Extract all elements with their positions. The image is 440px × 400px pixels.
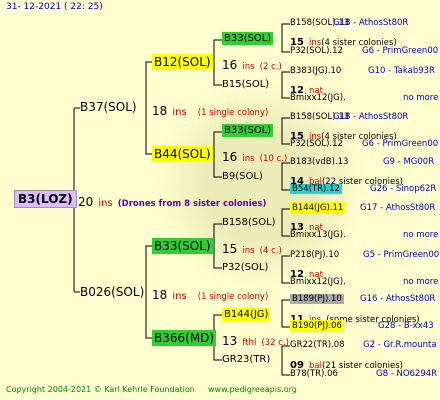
pedigree-canvas: 31- 12-2021 ( 22: 25) B3(LOZ) 20 ins (Dr…	[0, 0, 440, 400]
gen4-dam-grp-1: G10 - Takab93R	[368, 66, 435, 76]
gen3-label-2: B33(SOL)	[222, 124, 274, 137]
gen2-num-0: 16	[222, 58, 238, 72]
gen4-dam-grp-6: G16 - AthosSt80R	[360, 294, 436, 304]
gen3-node-1[interactable]: B15(SOL)	[222, 80, 269, 90]
gen2-label-3: B366(MD)	[152, 330, 217, 346]
gen2-note-3: (32 c.)	[261, 338, 289, 348]
gen4-sire-grp-0: G6 - PrimGreen00	[362, 46, 439, 56]
gen4-dam-5[interactable]: P218(PJ).10	[290, 251, 339, 260]
gen1-dam-note: (1 single colony)	[197, 108, 269, 118]
gen2-ins-1: ins	[242, 154, 255, 164]
gen4-sire-label-6: B190(PJ).06	[290, 320, 344, 332]
gen3-label-6: B144(JG)	[222, 308, 271, 321]
gen2-info-0: 16 ins (2 c.)	[222, 56, 282, 72]
gen2-node-3[interactable]: B366(MD)	[152, 330, 217, 346]
gen2-node-0[interactable]: B12(SOL)	[152, 54, 213, 70]
gen4-dam-1[interactable]: B383(JG).10	[290, 67, 341, 76]
gen3-node-4[interactable]: B158(SOL)	[222, 218, 276, 228]
gen2-ins-3: fthl	[242, 338, 257, 348]
gen4-sire-4[interactable]: Bmixx13(JG).	[290, 231, 346, 240]
gen4-sire-grp-2: G6 - PrimGreen00	[362, 139, 439, 149]
copyright-text: Copyright 2004-2021 © Karl Kehrle Founda…	[6, 385, 195, 394]
gen1-sire-num: 18	[152, 288, 168, 302]
gen3-node-2[interactable]: B33(SOL)	[222, 124, 274, 137]
gen2-ins-0: ins	[242, 62, 255, 72]
root-queen[interactable]: B3(LOZ)	[14, 190, 77, 208]
gen4-sire-label-3: B54(TR).12	[290, 184, 342, 194]
gen1-dam[interactable]: B37(SOL)	[80, 101, 137, 113]
gen4-dam-grp-7: G2 - Gr.R.mounta	[363, 340, 437, 350]
gen2-label-0: B12(SOL)	[152, 54, 213, 70]
gen4-sire-6[interactable]: B190(PJ).06	[290, 320, 344, 332]
gen3-node-7[interactable]: GR23(TR)	[222, 355, 270, 365]
gen4-dam-4[interactable]: B144(JG).11	[290, 202, 346, 214]
gen2-node-1[interactable]: B44(SOL)	[152, 146, 213, 162]
root-note: (Drones from 8 sister colonies)	[117, 199, 267, 209]
gen2-num-3: 13	[222, 334, 238, 348]
gen4-dam-grp-5: G5 - PrimGreen00	[363, 250, 440, 260]
gen2-note-1: (10 c.)	[259, 154, 288, 164]
root-ins: ins	[98, 198, 113, 209]
gen4-dam-6[interactable]: B189(PJ).10	[290, 294, 344, 304]
gen3-node-0[interactable]: B33(SOL)	[222, 32, 274, 45]
gen2-note-2: (4 c.)	[259, 246, 282, 256]
gen4-dam-grp-3: G9 - MG00R	[383, 157, 435, 167]
gen4-sire-grp-7: G8 - NO6294R	[376, 369, 438, 379]
gen1-dam-info: 18 ins (1 single colony)	[152, 102, 268, 118]
gen1-dam-num: 18	[152, 104, 168, 118]
gen4-dam-7[interactable]: GR22(TR).08	[290, 341, 345, 350]
gen2-node-2[interactable]: B33(SOL)	[152, 238, 213, 254]
gen4-sire-3[interactable]: B54(TR).12	[290, 184, 342, 194]
root-queen-label: B3(LOZ)	[14, 190, 77, 208]
gen4-sire-7[interactable]: B78(TR).06	[290, 370, 338, 379]
gen1-sire-note: (1 single colony)	[197, 292, 269, 302]
gen4-sire-grp-5: no more	[403, 277, 439, 287]
gen3-node-6[interactable]: B144(JG)	[222, 308, 271, 321]
gen4-dam-3[interactable]: B183(vdB).13	[290, 158, 348, 167]
gen2-label-2: B33(SOL)	[152, 238, 213, 254]
gen1-dam-ins: ins	[172, 107, 187, 118]
gen4-sire-0[interactable]: P32(SOL).12	[290, 47, 343, 56]
gen4-sire-grp-3: G26 - Sinop62R	[370, 184, 437, 194]
gen2-info-1: 16 ins (10 c.)	[222, 148, 287, 164]
gen4-sire-2[interactable]: P32(SOL).12	[290, 140, 343, 149]
gen4-sire-grp-1: no more	[403, 93, 439, 103]
gen4-dam-grp-2: G18 - AthosSt80R	[333, 112, 409, 122]
site-link[interactable]: www.pedigreeapis.org	[208, 386, 297, 394]
gen3-label-0: B33(SOL)	[222, 32, 274, 45]
gen4-dam-label-4: B144(JG).11	[290, 202, 346, 214]
gen4-sire-1[interactable]: Bmixx12(JG).	[290, 94, 346, 103]
gen2-num-1: 16	[222, 150, 238, 164]
root-info: 20 ins (Drones from 8 sister colonies)	[78, 193, 266, 209]
gen2-ins-2: ins	[242, 246, 255, 256]
gen2-info-2: 15 ins (4 c.)	[222, 240, 282, 256]
gen4-sire-grp-6: G28 - B-xx43	[378, 321, 434, 331]
root-num: 20	[78, 195, 94, 209]
gen4-dam-grp-0: G18 - AthosSt80R	[333, 18, 409, 28]
gen3-node-5[interactable]: P32(SOL)	[222, 263, 268, 273]
gen4-sire-grp-4: no more	[403, 230, 439, 240]
timestamp: 31- 12-2021 ( 22: 25)	[6, 2, 103, 12]
gen1-sire[interactable]: B026(SOL)	[80, 286, 144, 298]
gen4-dam-label-6: B189(PJ).10	[290, 294, 344, 304]
gen2-info-3: 13 fthl (32 c.)	[222, 332, 289, 348]
gen2-num-2: 15	[222, 242, 238, 256]
gen4-dam-grp-4: G17 - AthosSt80R	[360, 203, 436, 213]
gen1-sire-ins: ins	[172, 291, 187, 302]
gen3-node-3[interactable]: B9(SOL)	[222, 172, 263, 182]
gen2-label-1: B44(SOL)	[152, 146, 213, 162]
gen4-sire-5[interactable]: Bmixx12(JG).	[290, 278, 346, 287]
gen2-note-0: (2 c.)	[259, 62, 282, 72]
gen1-sire-info: 18 ins (1 single colony)	[152, 286, 268, 302]
